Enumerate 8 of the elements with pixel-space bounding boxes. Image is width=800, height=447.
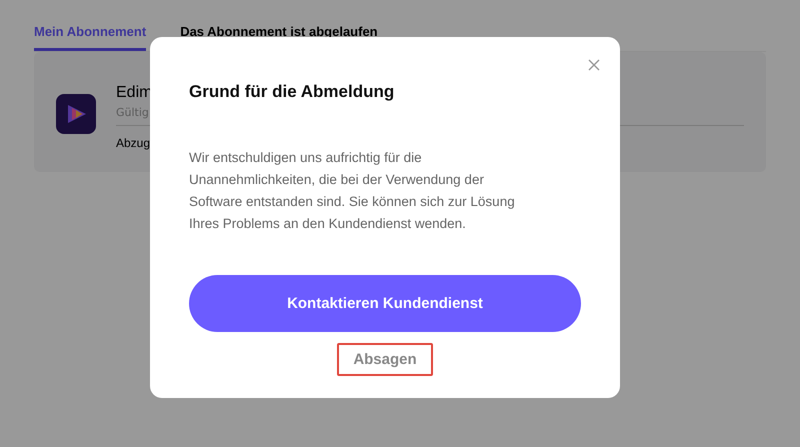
deduction-text: Abzug <box>116 136 150 150</box>
dialog-message: Wir entschuldigen uns aufrichtig für die Unannehmlichkeiten, die bei der Verwendung der Software entstanden sind. Sie können sich zur Lösung Ihres Problems an den Kundendienst wenden. <box>189 149 516 233</box>
app-icon <box>56 94 96 134</box>
tab[interactable]: Das Abonnement ist abgelaufen <box>180 18 378 51</box>
cancel-button[interactable]: Absagen <box>337 343 433 376</box>
close-icon[interactable] <box>588 59 600 71</box>
contact-support-button[interactable]: Kontaktieren Kundendienst <box>189 275 581 332</box>
dialog-title: Grund für die Abmeldung <box>189 82 396 102</box>
